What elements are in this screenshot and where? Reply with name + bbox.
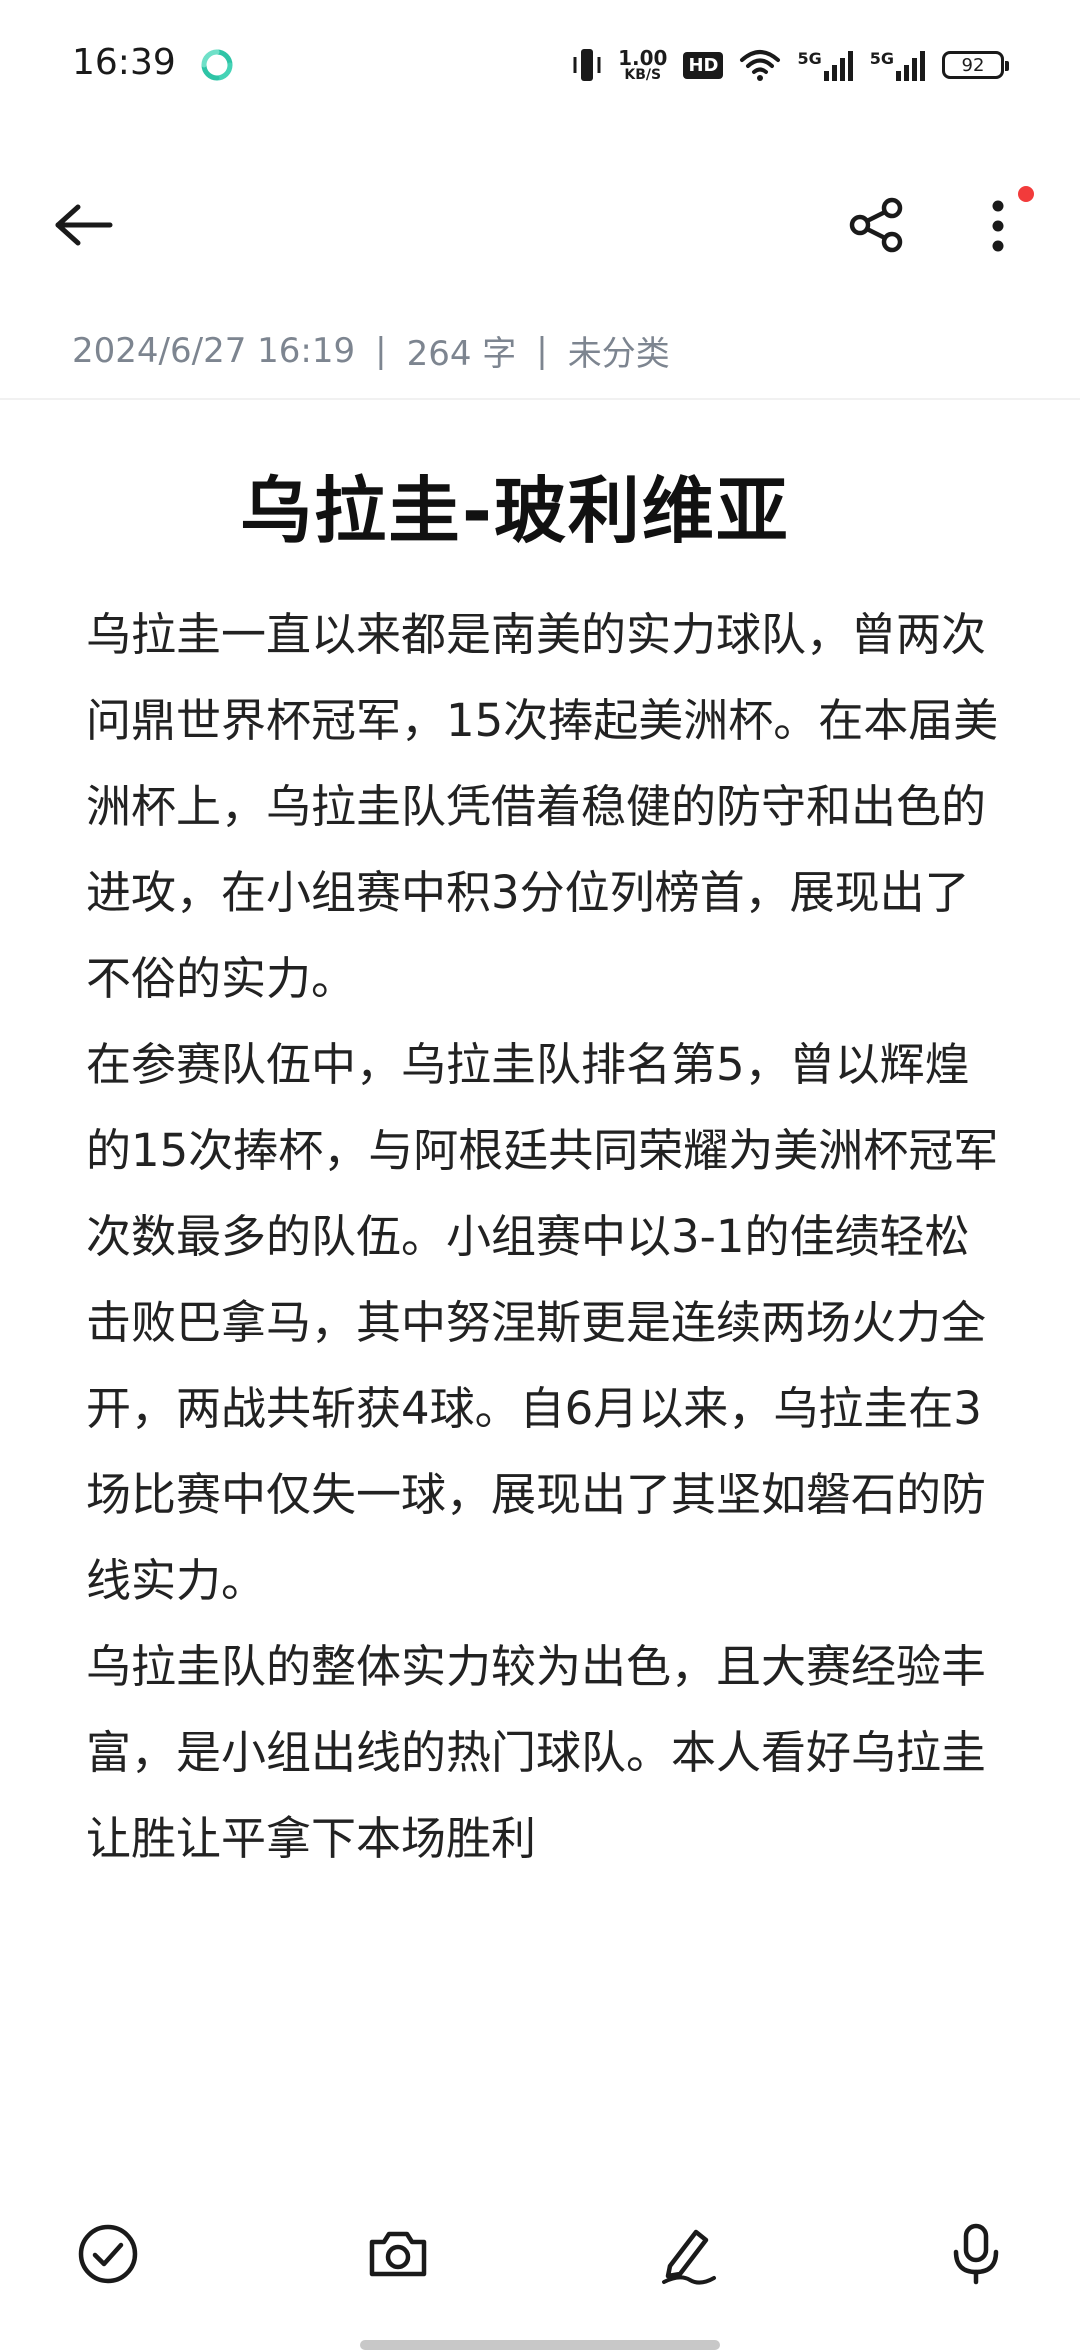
notification-dot xyxy=(1018,186,1034,202)
bottom-toolbar xyxy=(0,2186,1080,2350)
wifi-icon xyxy=(740,50,781,81)
status-time: 16:39 xyxy=(72,42,176,83)
note-date: 2024/6/27 16:19 xyxy=(72,330,356,371)
more-options-button[interactable] xyxy=(958,186,1038,266)
meta-separator: | xyxy=(375,330,387,371)
hd-label: HD xyxy=(688,54,719,76)
more-vertical-icon xyxy=(992,200,1004,252)
sim2-label: 5G xyxy=(869,49,894,68)
network-speed: 1.00 KB/S xyxy=(618,48,667,82)
note-title[interactable]: 乌拉圭-玻利维亚 xyxy=(0,452,1030,557)
battery-level: 92 xyxy=(961,54,985,76)
top-toolbar xyxy=(0,170,1080,280)
net-speed-unit: KB/S xyxy=(624,67,662,83)
share-icon xyxy=(849,197,903,253)
vibrate-icon xyxy=(573,49,601,81)
microphone-icon xyxy=(953,2223,999,2285)
hd-icon: HD xyxy=(683,51,724,79)
share-button[interactable] xyxy=(836,190,916,260)
camera-icon xyxy=(369,2231,427,2277)
arrow-left-icon xyxy=(55,204,113,246)
sim1-label: 5G xyxy=(797,49,822,68)
note-word-count: 264 字 xyxy=(406,334,517,374)
camera-button[interactable] xyxy=(356,2212,440,2296)
pen-icon xyxy=(662,2229,716,2285)
back-button[interactable] xyxy=(44,190,124,260)
signal-sim2: 5G xyxy=(870,49,926,81)
battery-icon: 92 xyxy=(942,51,1009,79)
status-bar: 16:39 1.00 KB/S HD 5G 5G 92 xyxy=(0,0,1080,130)
note-category[interactable]: 未分类 xyxy=(568,326,670,375)
note-paragraph[interactable]: 乌拉圭队的整体实力较为出色，且大赛经验丰富，是小组出线的热门球队。本人看好乌拉圭… xyxy=(86,1624,1006,1882)
net-speed-value: 1.00 xyxy=(618,46,668,70)
signal-sim1: 5G xyxy=(797,49,853,81)
divider xyxy=(0,398,1080,400)
app-notification-icon xyxy=(201,49,233,81)
handwriting-button[interactable] xyxy=(646,2212,730,2296)
meta-separator: | xyxy=(536,330,548,371)
signal-bars-icon xyxy=(823,51,853,81)
checklist-button[interactable] xyxy=(66,2212,150,2296)
signal-bars-icon xyxy=(896,51,925,81)
note-paragraph[interactable]: 乌拉圭一直以来都是南美的实力球队，曾两次问鼎世界杯冠军，15次捧起美洲杯。在本届… xyxy=(86,592,1006,1022)
home-indicator[interactable] xyxy=(360,2340,720,2350)
note-paragraph[interactable]: 在参赛队伍中，乌拉圭队排名第5，曾以辉煌的15次捧杯，与阿根廷共同荣耀为美洲杯冠… xyxy=(86,1022,1006,1624)
note-body[interactable]: 乌拉圭一直以来都是南美的实力球队，曾两次问鼎世界杯冠军，15次捧起美洲杯。在本届… xyxy=(86,592,1006,1882)
voice-input-button[interactable] xyxy=(934,2212,1018,2296)
note-meta: 2024/6/27 16:19 | 264 字 | 未分类 xyxy=(72,326,670,375)
status-icons: 1.00 KB/S HD 5G 5G 92 xyxy=(572,40,1009,90)
check-circle-icon xyxy=(78,2224,138,2284)
